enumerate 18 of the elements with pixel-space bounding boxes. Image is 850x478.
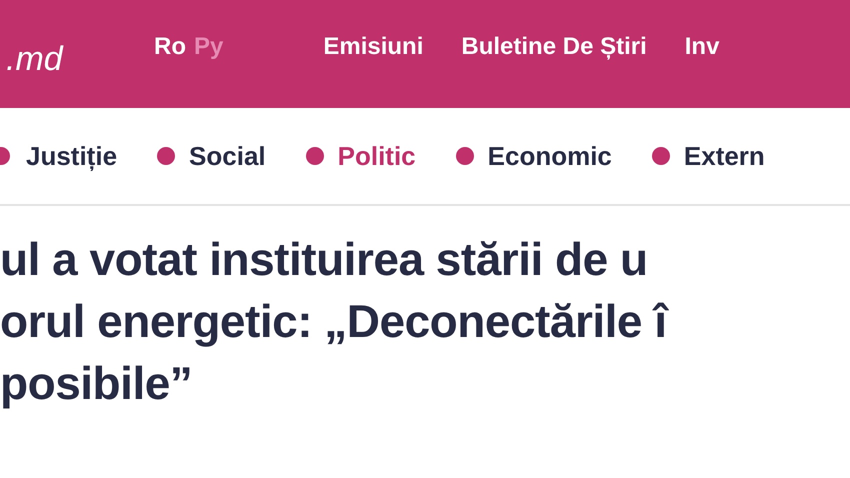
headline-line: ul a votat instituirea stării de u (0, 232, 648, 287)
category-link[interactable]: Politic (306, 136, 416, 176)
logo-text[interactable]: .md (6, 34, 136, 84)
category-link[interactable]: Extern (652, 136, 765, 176)
bullet-icon (652, 147, 670, 165)
bullet-icon (456, 147, 474, 165)
category-link[interactable]: Social (157, 136, 266, 176)
language-link[interactable]: Ro (154, 29, 186, 65)
headline-line: orul energetic: „Deconectările î (0, 294, 667, 349)
bullet-icon (0, 147, 10, 165)
bullet-icon (157, 147, 176, 165)
category-link[interactable]: Economic (456, 136, 612, 176)
bullet-icon (306, 147, 324, 165)
category-link[interactable]: Justiție (26, 136, 118, 176)
nav-link[interactable]: Emisiuni (323, 29, 424, 65)
headline-line: posibile” (0, 356, 192, 411)
nav-link[interactable]: Inv (684, 29, 720, 65)
nav-link[interactable]: Buletine De Știri (461, 29, 647, 65)
